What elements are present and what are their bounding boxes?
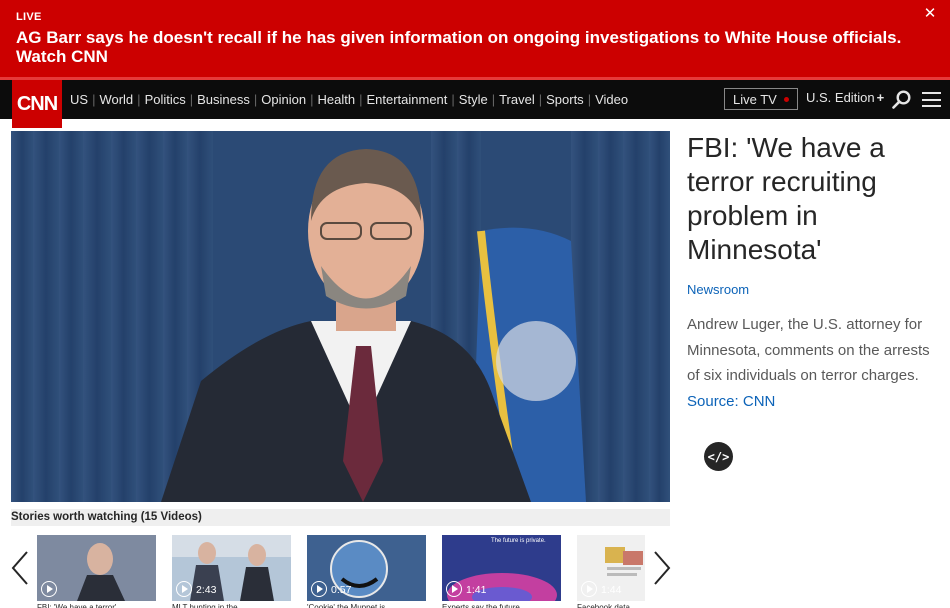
nav-link-health[interactable]: Health [317, 92, 355, 107]
thumbnail-caption[interactable]: MLT hunting in the [172, 603, 291, 608]
thumbnail-caption[interactable]: 'Cookie' the Muppet is [307, 603, 426, 608]
nav-link-travel[interactable]: Travel [499, 92, 535, 107]
nav-links: US | World | Politics | Business | Opinion | … [70, 80, 628, 119]
nav-link-opinion[interactable]: Opinion [261, 92, 306, 107]
video-duration: 0:57 [331, 584, 352, 596]
nav-link-business[interactable]: Business [197, 92, 250, 107]
thumbnail-caption[interactable]: Facebook data [577, 603, 645, 608]
cnn-logo[interactable]: CNN [12, 80, 62, 128]
live-label: LIVE [16, 11, 42, 23]
playlist-thumbnail[interactable]: 1:44 [577, 535, 645, 601]
plus-icon: + [876, 90, 885, 105]
play-icon [581, 581, 597, 597]
playlist-thumbnail[interactable]: 2:43 [172, 535, 291, 601]
live-news-banner[interactable]: LIVE AG Barr says he doesn't recall if h… [0, 0, 950, 77]
video-source-link[interactable]: Newsroom [687, 282, 749, 297]
source-cnn-link[interactable]: CNN [743, 393, 776, 410]
nav-separator: | [359, 92, 363, 107]
thumbnail-ad-text: The future is private. [491, 538, 546, 544]
thumbnail-caption[interactable]: FBI: 'We have a terror' [37, 603, 156, 608]
nav-separator: | [538, 92, 543, 107]
nav-separator: | [491, 92, 496, 107]
top-navbar: US | World | Politics | Business | Opinion | … [0, 80, 950, 119]
search-icon[interactable] [892, 90, 911, 109]
edition-selector[interactable]: U.S. Edition + [806, 90, 884, 105]
video-title: FBI: 'We have a terror recruiting proble… [687, 132, 885, 265]
edition-label: U.S. Edition [806, 90, 875, 105]
playlist-thumbnail[interactable] [37, 535, 156, 601]
nav-separator: | [189, 92, 194, 107]
nav-separator: | [92, 92, 96, 107]
chevron-right-icon[interactable] [649, 548, 673, 588]
playlist-thumbnail[interactable]: The future is private. 1:41 [442, 535, 561, 601]
nav-separator: | [253, 92, 258, 107]
video-duration: 1:41 [466, 584, 487, 596]
nav-separator: | [451, 92, 455, 107]
live-tv-button[interactable]: Live TV [724, 88, 798, 110]
playlist-header: Stories worth watching (15 Videos) [11, 509, 670, 526]
live-dot-icon [784, 97, 789, 102]
video-duration: 1:44 [601, 584, 622, 596]
nav-link-world[interactable]: World [99, 92, 133, 107]
play-icon [446, 581, 462, 597]
thumbnail-caption[interactable]: Experts say the future [442, 603, 561, 608]
video-frame [11, 131, 670, 502]
live-headline[interactable]: AG Barr says he doesn't recall if he has… [16, 28, 916, 66]
video-duration: 2:43 [196, 584, 217, 596]
embed-code-icon[interactable]: </> [704, 442, 733, 471]
nav-link-style[interactable]: Style [459, 92, 488, 107]
nav-link-politics[interactable]: Politics [145, 92, 186, 107]
nav-separator: | [587, 92, 592, 107]
hamburger-menu-icon[interactable] [922, 92, 941, 107]
nav-link-video[interactable]: Video [595, 92, 628, 107]
live-tv-label: Live TV [733, 91, 777, 107]
play-icon [311, 581, 327, 597]
chevron-left-icon[interactable] [9, 548, 33, 588]
source-label[interactable]: Source: [687, 393, 739, 410]
nav-separator: | [137, 92, 141, 107]
video-description: Andrew Luger, the U.S. attorney for Minn… [687, 312, 942, 414]
nav-link-us[interactable]: US [70, 92, 88, 107]
nav-separator: | [310, 92, 314, 107]
play-icon [41, 581, 57, 597]
nav-link-entertainment[interactable]: Entertainment [366, 92, 447, 107]
playlist-thumbnail[interactable]: 0:57 [307, 535, 426, 601]
video-description-text: Andrew Luger, the U.S. attorney for Minn… [687, 316, 930, 384]
video-player[interactable] [11, 131, 670, 502]
play-icon [176, 581, 192, 597]
close-icon[interactable]: ✕ [922, 6, 938, 22]
nav-link-sports[interactable]: Sports [546, 92, 584, 107]
